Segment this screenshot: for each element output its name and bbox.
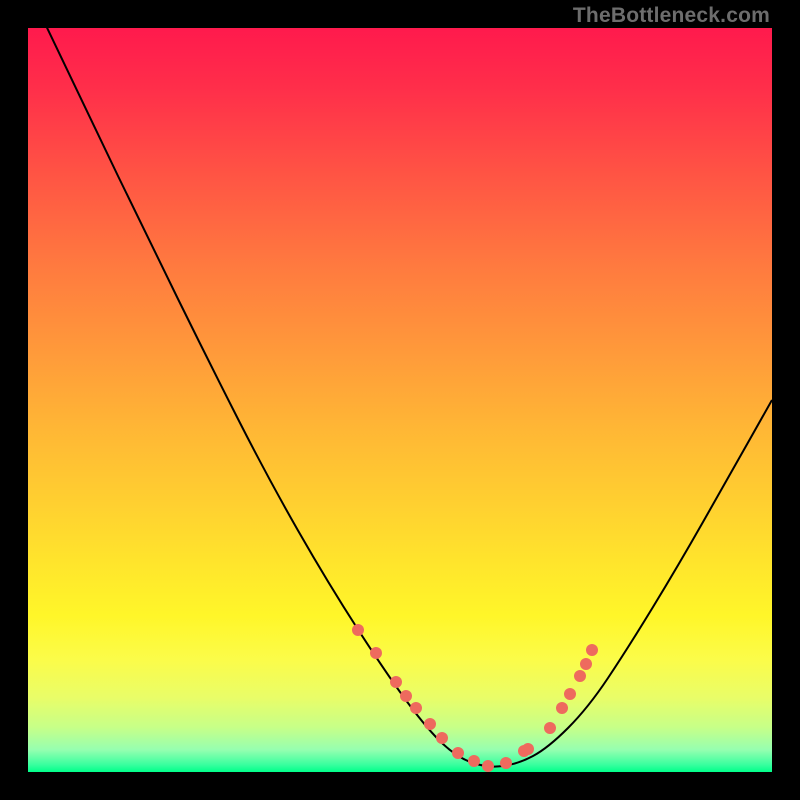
watermark-text: TheBottleneck.com bbox=[573, 4, 770, 28]
bottleneck-chart bbox=[28, 28, 772, 772]
gradient-background bbox=[28, 28, 772, 772]
